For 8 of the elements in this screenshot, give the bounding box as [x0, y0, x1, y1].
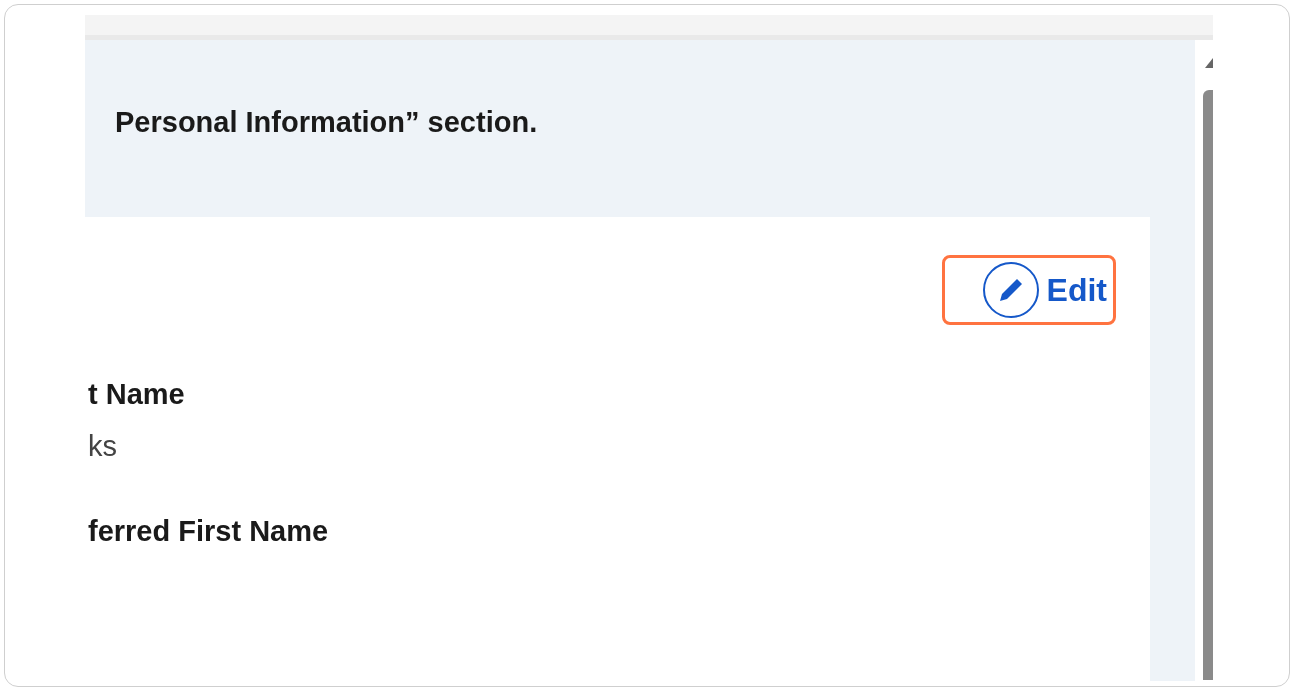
- edit-button[interactable]: Edit: [941, 255, 1116, 325]
- field-label: t Name: [88, 377, 186, 412]
- field-value: ks: [88, 428, 118, 464]
- field-label: ferred First Name: [88, 514, 330, 549]
- scroll-thumb[interactable]: [1203, 90, 1213, 680]
- scroll-up-icon[interactable]: [1205, 58, 1213, 68]
- instruction-text: Personal Information” section.: [114, 105, 539, 140]
- pencil-icon: [982, 262, 1039, 318]
